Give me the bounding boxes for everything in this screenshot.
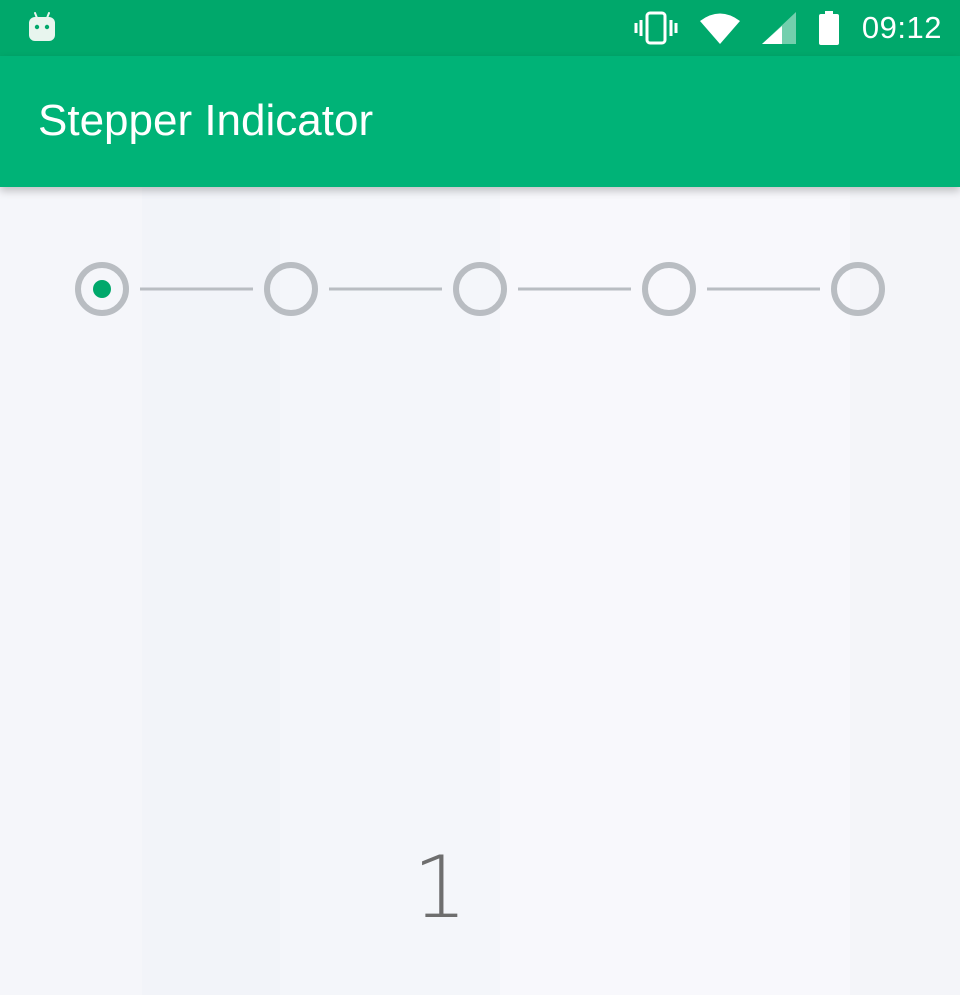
step-circle <box>453 262 507 316</box>
status-bar: 09:12 <box>0 0 960 56</box>
step-circle <box>831 262 885 316</box>
wifi-icon <box>699 13 740 44</box>
step-2-indicator[interactable] <box>264 262 318 316</box>
step-5-indicator[interactable] <box>831 262 885 316</box>
battery-icon <box>818 11 839 45</box>
vibrate-icon <box>634 11 678 45</box>
app-title: Stepper Indicator <box>38 96 374 145</box>
content-area[interactable]: 1 <box>0 187 960 995</box>
step-circle <box>264 262 318 316</box>
android-debug-icon <box>29 12 55 41</box>
step-1-indicator[interactable] <box>75 262 129 316</box>
step-3-indicator[interactable] <box>453 262 507 316</box>
screen: 09:12 Stepper Indicator 1 <box>0 0 960 995</box>
app-bar: Stepper Indicator <box>0 56 960 187</box>
status-icons: 09:12 <box>634 0 942 56</box>
step-4-indicator[interactable] <box>642 262 696 316</box>
cell-signal-icon <box>761 12 796 44</box>
stepper-indicator[interactable] <box>0 187 960 387</box>
step-circle <box>642 262 696 316</box>
clock: 09:12 <box>861 10 942 45</box>
page-number: 1 <box>412 838 468 938</box>
current-step-dot <box>93 280 111 298</box>
